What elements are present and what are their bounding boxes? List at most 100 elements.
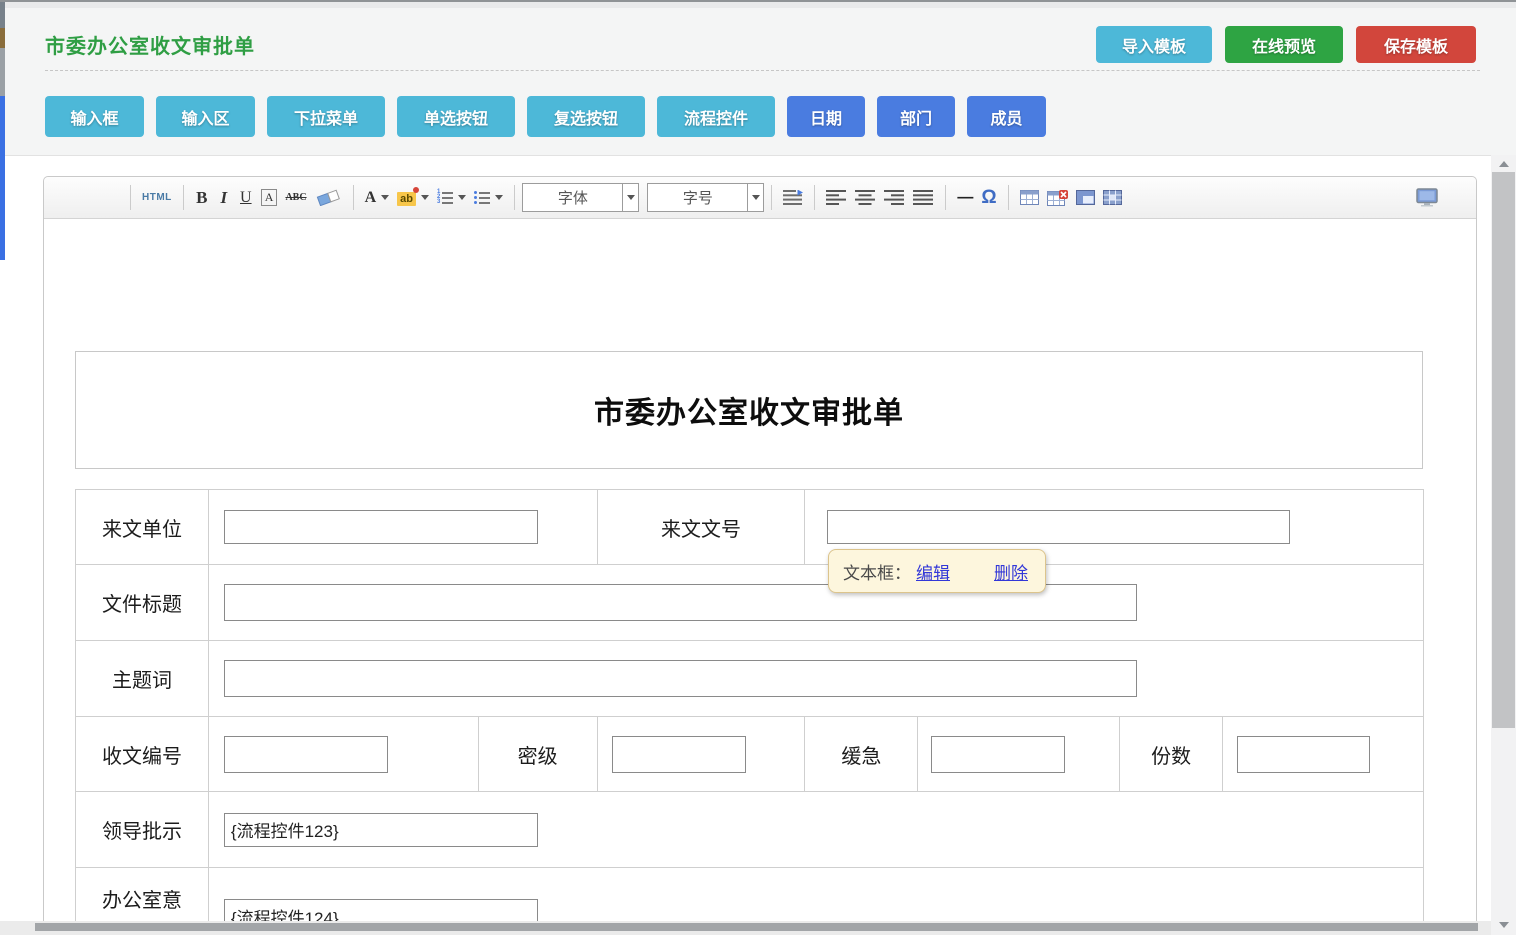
table-row: 主题词: [76, 641, 1424, 717]
header: 市委办公室收文审批单 导入模板 在线预览 保存模板 输入框 输入区 下拉菜单 单…: [5, 8, 1516, 156]
eraser-icon: [315, 189, 342, 206]
ordered-list-button[interactable]: 1 2 3: [433, 184, 470, 212]
widget-input-box-button[interactable]: 输入框: [45, 96, 144, 137]
header-divider: [45, 70, 1480, 71]
align-left-button[interactable]: [822, 184, 851, 212]
table-row: 收文编号 密级 缓急 份数: [76, 717, 1424, 792]
table-row: 领导批示: [76, 792, 1424, 868]
incoming-no-input[interactable]: [827, 510, 1290, 544]
cell-properties-button[interactable]: [1099, 184, 1126, 212]
bullet-list-icon: [474, 189, 490, 207]
widget-checkbox-button[interactable]: 复选按钮: [527, 96, 645, 137]
align-center-button[interactable]: [851, 184, 880, 212]
vertical-scrollbar-thumb[interactable]: [1492, 172, 1515, 728]
form-title: 市委办公室收文审批单: [594, 388, 904, 432]
eraser-button[interactable]: [311, 184, 346, 212]
widget-tooltip: 文本框： 编辑 删除: [828, 549, 1046, 593]
chevron-down-icon: [627, 195, 635, 200]
widget-flow-control-button[interactable]: 流程控件: [657, 96, 775, 137]
indent-button[interactable]: [779, 184, 807, 212]
underline-button[interactable]: U: [235, 184, 257, 212]
save-template-button[interactable]: 保存模板: [1356, 26, 1476, 63]
scroll-up-arrow[interactable]: [1491, 156, 1516, 172]
table-row: 来文单位 来文文号: [76, 490, 1424, 565]
template-actions: 导入模板 在线预览 保存模板: [1096, 26, 1476, 63]
label-incoming-no: 来文文号: [598, 490, 806, 565]
table-icon: [1020, 190, 1039, 205]
horizontal-scrollbar-thumb[interactable]: [35, 923, 1478, 931]
vertical-scrollbar[interactable]: [1491, 155, 1516, 935]
bold-button[interactable]: B: [191, 184, 213, 212]
urgency-input[interactable]: [931, 736, 1065, 773]
incoming-unit-input[interactable]: [224, 510, 538, 544]
form-title-box: 市委办公室收文审批单: [75, 351, 1423, 469]
chevron-down-icon: [458, 195, 466, 200]
widget-dropdown-button[interactable]: 下拉菜单: [267, 96, 385, 137]
label-secrecy: 密级: [479, 717, 598, 792]
widget-date-button[interactable]: 日期: [787, 96, 865, 137]
table-properties-icon: [1076, 190, 1095, 205]
page-title: 市委办公室收文审批单: [45, 30, 255, 59]
highlight-color-button[interactable]: ab: [393, 184, 433, 212]
indent-icon: [783, 190, 803, 205]
italic-button[interactable]: I: [213, 184, 235, 212]
font-color-button[interactable]: A: [361, 184, 394, 212]
table-row: 文件标题: [76, 565, 1424, 641]
delete-table-button[interactable]: [1043, 184, 1072, 212]
align-right-icon: [884, 190, 905, 205]
align-center-icon: [855, 190, 876, 205]
editor-canvas[interactable]: 市委办公室收文审批单 来文单位 来文文号 文件标题: [44, 220, 1476, 922]
subject-words-input[interactable]: [224, 660, 1137, 697]
align-justify-icon: [913, 190, 934, 205]
align-justify-button[interactable]: [909, 184, 938, 212]
triangle-down-icon: [1499, 922, 1509, 928]
online-preview-button[interactable]: 在线预览: [1225, 26, 1343, 63]
font-size-select[interactable]: 字号: [647, 183, 764, 212]
align-left-icon: [826, 190, 847, 205]
monitor-icon: [1416, 188, 1438, 207]
chevron-down-icon: [381, 195, 389, 200]
office-opinion-input[interactable]: [224, 899, 538, 922]
label-leader-remarks: 领导批示: [76, 792, 209, 868]
label-doc-title: 文件标题: [76, 565, 209, 641]
receipt-no-input[interactable]: [224, 736, 388, 773]
special-character-button[interactable]: Ω: [977, 184, 1000, 212]
align-right-button[interactable]: [880, 184, 909, 212]
label-urgency: 缓急: [805, 717, 918, 792]
horizontal-scrollbar[interactable]: [0, 921, 1491, 935]
widget-textarea-button[interactable]: 输入区: [156, 96, 255, 137]
table-properties-button[interactable]: [1072, 184, 1099, 212]
cell-properties-icon: [1103, 190, 1122, 205]
pen-tip-icon: [413, 187, 419, 193]
table-row: 办公室意: [76, 868, 1424, 922]
tooltip-label: 文本框：: [843, 559, 911, 584]
secrecy-input[interactable]: [612, 736, 746, 773]
copies-input[interactable]: [1237, 736, 1370, 773]
font-family-select[interactable]: 字体: [522, 183, 639, 212]
app-window: 市委办公室收文审批单 导入模板 在线预览 保存模板 输入框 输入区 下拉菜单 单…: [0, 0, 1516, 935]
rich-text-editor: HTML B I U A ABC A: [43, 176, 1477, 921]
html-source-button[interactable]: HTML: [138, 184, 176, 212]
label-receipt-no: 收文编号: [76, 717, 209, 792]
label-incoming-unit: 来文单位: [76, 490, 209, 565]
widget-toolbar: 输入框 输入区 下拉菜单 单选按钮 复选按钮 流程控件 日期 部门 成员: [45, 96, 1046, 137]
leader-remarks-input[interactable]: [224, 813, 538, 847]
chevron-down-icon: [495, 195, 503, 200]
tooltip-delete-link[interactable]: 删除: [994, 559, 1028, 584]
import-template-button[interactable]: 导入模板: [1096, 26, 1212, 63]
widget-department-button[interactable]: 部门: [877, 96, 955, 137]
scroll-down-arrow[interactable]: [1491, 917, 1516, 933]
chevron-down-icon: [752, 195, 760, 200]
horizontal-rule-button[interactable]: —: [953, 184, 977, 212]
insert-table-button[interactable]: [1016, 184, 1043, 212]
widget-member-button[interactable]: 成员: [967, 96, 1046, 137]
fullscreen-button[interactable]: [1412, 184, 1442, 212]
label-office-opinion: 办公室意: [76, 868, 209, 922]
strikethrough-button[interactable]: ABC: [281, 184, 310, 212]
triangle-up-icon: [1499, 161, 1509, 167]
tooltip-edit-link[interactable]: 编辑: [916, 559, 950, 584]
bullet-list-button[interactable]: [470, 184, 507, 212]
widget-radio-button[interactable]: 单选按钮: [397, 96, 515, 137]
font-box-button[interactable]: A: [257, 184, 282, 212]
approval-form-table: 来文单位 来文文号 文件标题: [75, 489, 1424, 922]
